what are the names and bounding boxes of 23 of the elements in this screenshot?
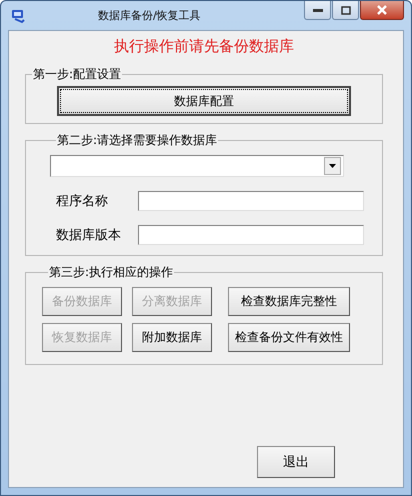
minimize-icon <box>312 8 322 12</box>
group-legend: 第二步:请选择需要操作数据库 <box>56 132 218 149</box>
warning-text: 执行操作前请先备份数据库 <box>113 37 295 56</box>
input-field[interactable] <box>138 225 364 245</box>
maximize-icon <box>340 6 350 14</box>
dropdown-arrow-icon <box>329 164 336 168</box>
action-button[interactable]: 检查数据库完整性 <box>228 287 350 316</box>
dropdown[interactable] <box>50 155 344 177</box>
action-button[interactable]: 检查备份文件有效性 <box>228 323 350 352</box>
input-field[interactable] <box>138 191 364 211</box>
field-label: 数据库版本 <box>56 227 122 244</box>
minimize-button[interactable] <box>304 1 331 20</box>
window-title: 数据库备份/恢复工具 <box>98 8 202 23</box>
exit-button[interactable]: 退出 <box>257 446 335 478</box>
field-label: 程序名称 <box>56 193 109 210</box>
group-legend: 第三步:执行相应的操作 <box>48 264 174 281</box>
close-icon <box>376 5 388 15</box>
app-icon <box>10 8 26 24</box>
maximize-button[interactable] <box>332 1 359 20</box>
action-button[interactable]: 附加数据库 <box>132 323 212 352</box>
config-button[interactable]: 数据库配置 <box>57 86 351 116</box>
group-legend: 第一步:配置设置 <box>32 66 122 83</box>
close-button[interactable] <box>360 1 404 20</box>
